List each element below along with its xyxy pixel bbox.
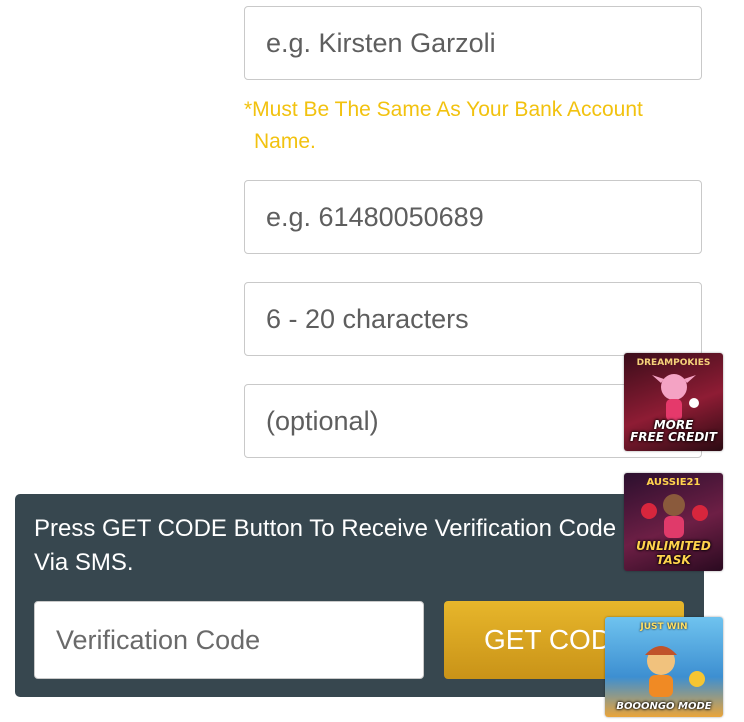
password-colon: : bbox=[218, 308, 225, 333]
mobile-colon: : bbox=[218, 206, 225, 231]
password-input[interactable] bbox=[244, 282, 702, 356]
bank-name-note: *Must Be The Same As Your Bank Account N… bbox=[244, 94, 714, 158]
mobile-input[interactable] bbox=[244, 180, 702, 254]
full-name-input[interactable] bbox=[244, 6, 702, 80]
full-name-label: Full Name bbox=[16, 30, 130, 58]
mobile-label: Mobile No bbox=[16, 204, 129, 232]
promo-caption: UNLIMITED TASK bbox=[624, 539, 723, 567]
promo-aussie21[interactable]: AUSSIE21 UNLIMITED TASK bbox=[624, 473, 723, 571]
verification-panel: Press GET CODE Button To Receive Verific… bbox=[15, 494, 704, 697]
full-name-colon: : bbox=[218, 32, 225, 57]
referrer-label: Referrer Code bbox=[16, 408, 175, 436]
verification-instruction: Press GET CODE Button To Receive Verific… bbox=[34, 512, 704, 580]
bank-name-note-line2: Name. bbox=[254, 130, 316, 153]
promo-caption: MORE FREE CREDIT bbox=[624, 419, 723, 443]
promo-caption-line2: TASK bbox=[656, 553, 691, 567]
password-label: Password bbox=[16, 306, 126, 334]
referrer-colon: : bbox=[218, 410, 225, 435]
verification-instruction-line2: Via SMS. bbox=[34, 549, 134, 576]
verification-code-input[interactable] bbox=[34, 601, 424, 679]
promo-caption-line2: FREE CREDIT bbox=[630, 430, 717, 444]
promo-caption-line1: UNLIMITED bbox=[636, 539, 711, 553]
promo-caption: BOOONGO MODE bbox=[616, 701, 712, 712]
promo-boongo[interactable]: JUST WIN BOOONGO MODE bbox=[605, 617, 723, 717]
promo-dreampokies[interactable]: DREAMPOKIES MORE FREE CREDIT bbox=[624, 353, 723, 451]
bank-name-note-line1: *Must Be The Same As Your Bank Account bbox=[244, 98, 643, 121]
verification-instruction-line1: Press GET CODE Button To Receive Verific… bbox=[34, 515, 617, 542]
